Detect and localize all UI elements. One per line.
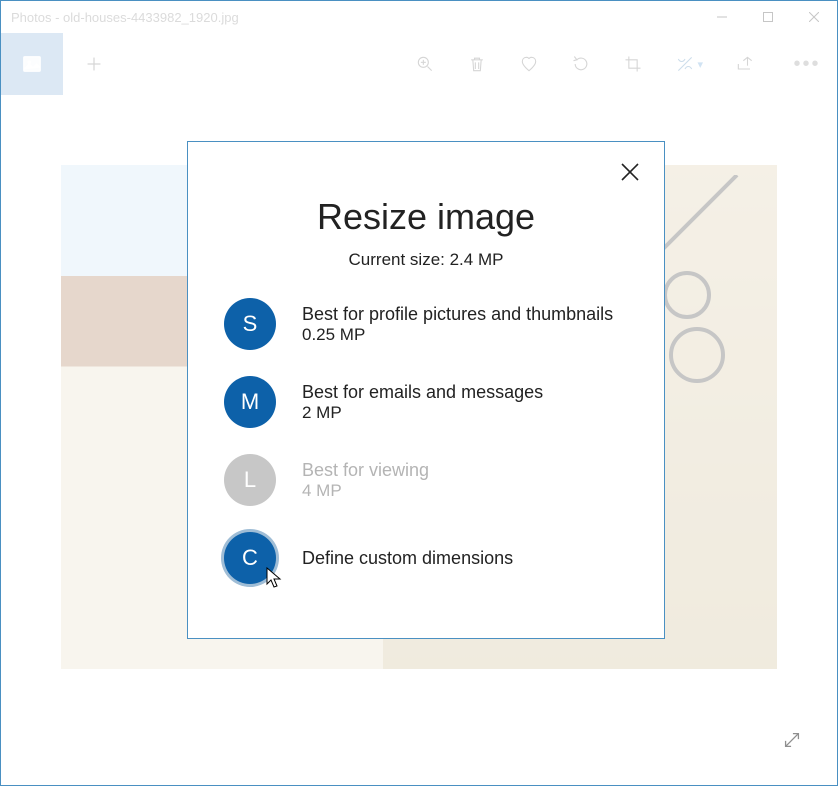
dialog-title: Resize image — [188, 196, 664, 238]
option-text: Define custom dimensions — [302, 548, 513, 569]
resize-option-custom[interactable]: C Define custom dimensions — [224, 532, 628, 584]
option-label: Best for emails and messages — [302, 382, 543, 403]
resize-option-small[interactable]: S Best for profile pictures and thumbnai… — [224, 298, 628, 350]
option-text: Best for emails and messages 2 MP — [302, 382, 543, 423]
option-text: Best for viewing 4 MP — [302, 460, 429, 501]
option-sub: 4 MP — [302, 481, 429, 501]
resize-options-list: S Best for profile pictures and thumbnai… — [188, 298, 664, 584]
resize-option-large: L Best for viewing 4 MP — [224, 454, 628, 506]
badge-s-icon: S — [224, 298, 276, 350]
badge-c-icon: C — [224, 532, 276, 584]
badge-l-icon: L — [224, 454, 276, 506]
option-sub: 0.25 MP — [302, 325, 613, 345]
option-sub: 2 MP — [302, 403, 543, 423]
resize-option-medium[interactable]: M Best for emails and messages 2 MP — [224, 376, 628, 428]
resize-image-dialog: Resize image Current size: 2.4 MP S Best… — [187, 141, 665, 639]
fullscreen-button[interactable] — [775, 723, 809, 757]
dialog-close-button[interactable] — [616, 158, 644, 186]
option-label: Define custom dimensions — [302, 548, 513, 569]
option-label: Best for viewing — [302, 460, 429, 481]
dialog-current-size: Current size: 2.4 MP — [188, 250, 664, 270]
option-label: Best for profile pictures and thumbnails — [302, 304, 613, 325]
badge-m-icon: M — [224, 376, 276, 428]
photos-app-window: Photos - old-houses-4433982_1920.jpg — [0, 0, 838, 786]
option-text: Best for profile pictures and thumbnails… — [302, 304, 613, 345]
